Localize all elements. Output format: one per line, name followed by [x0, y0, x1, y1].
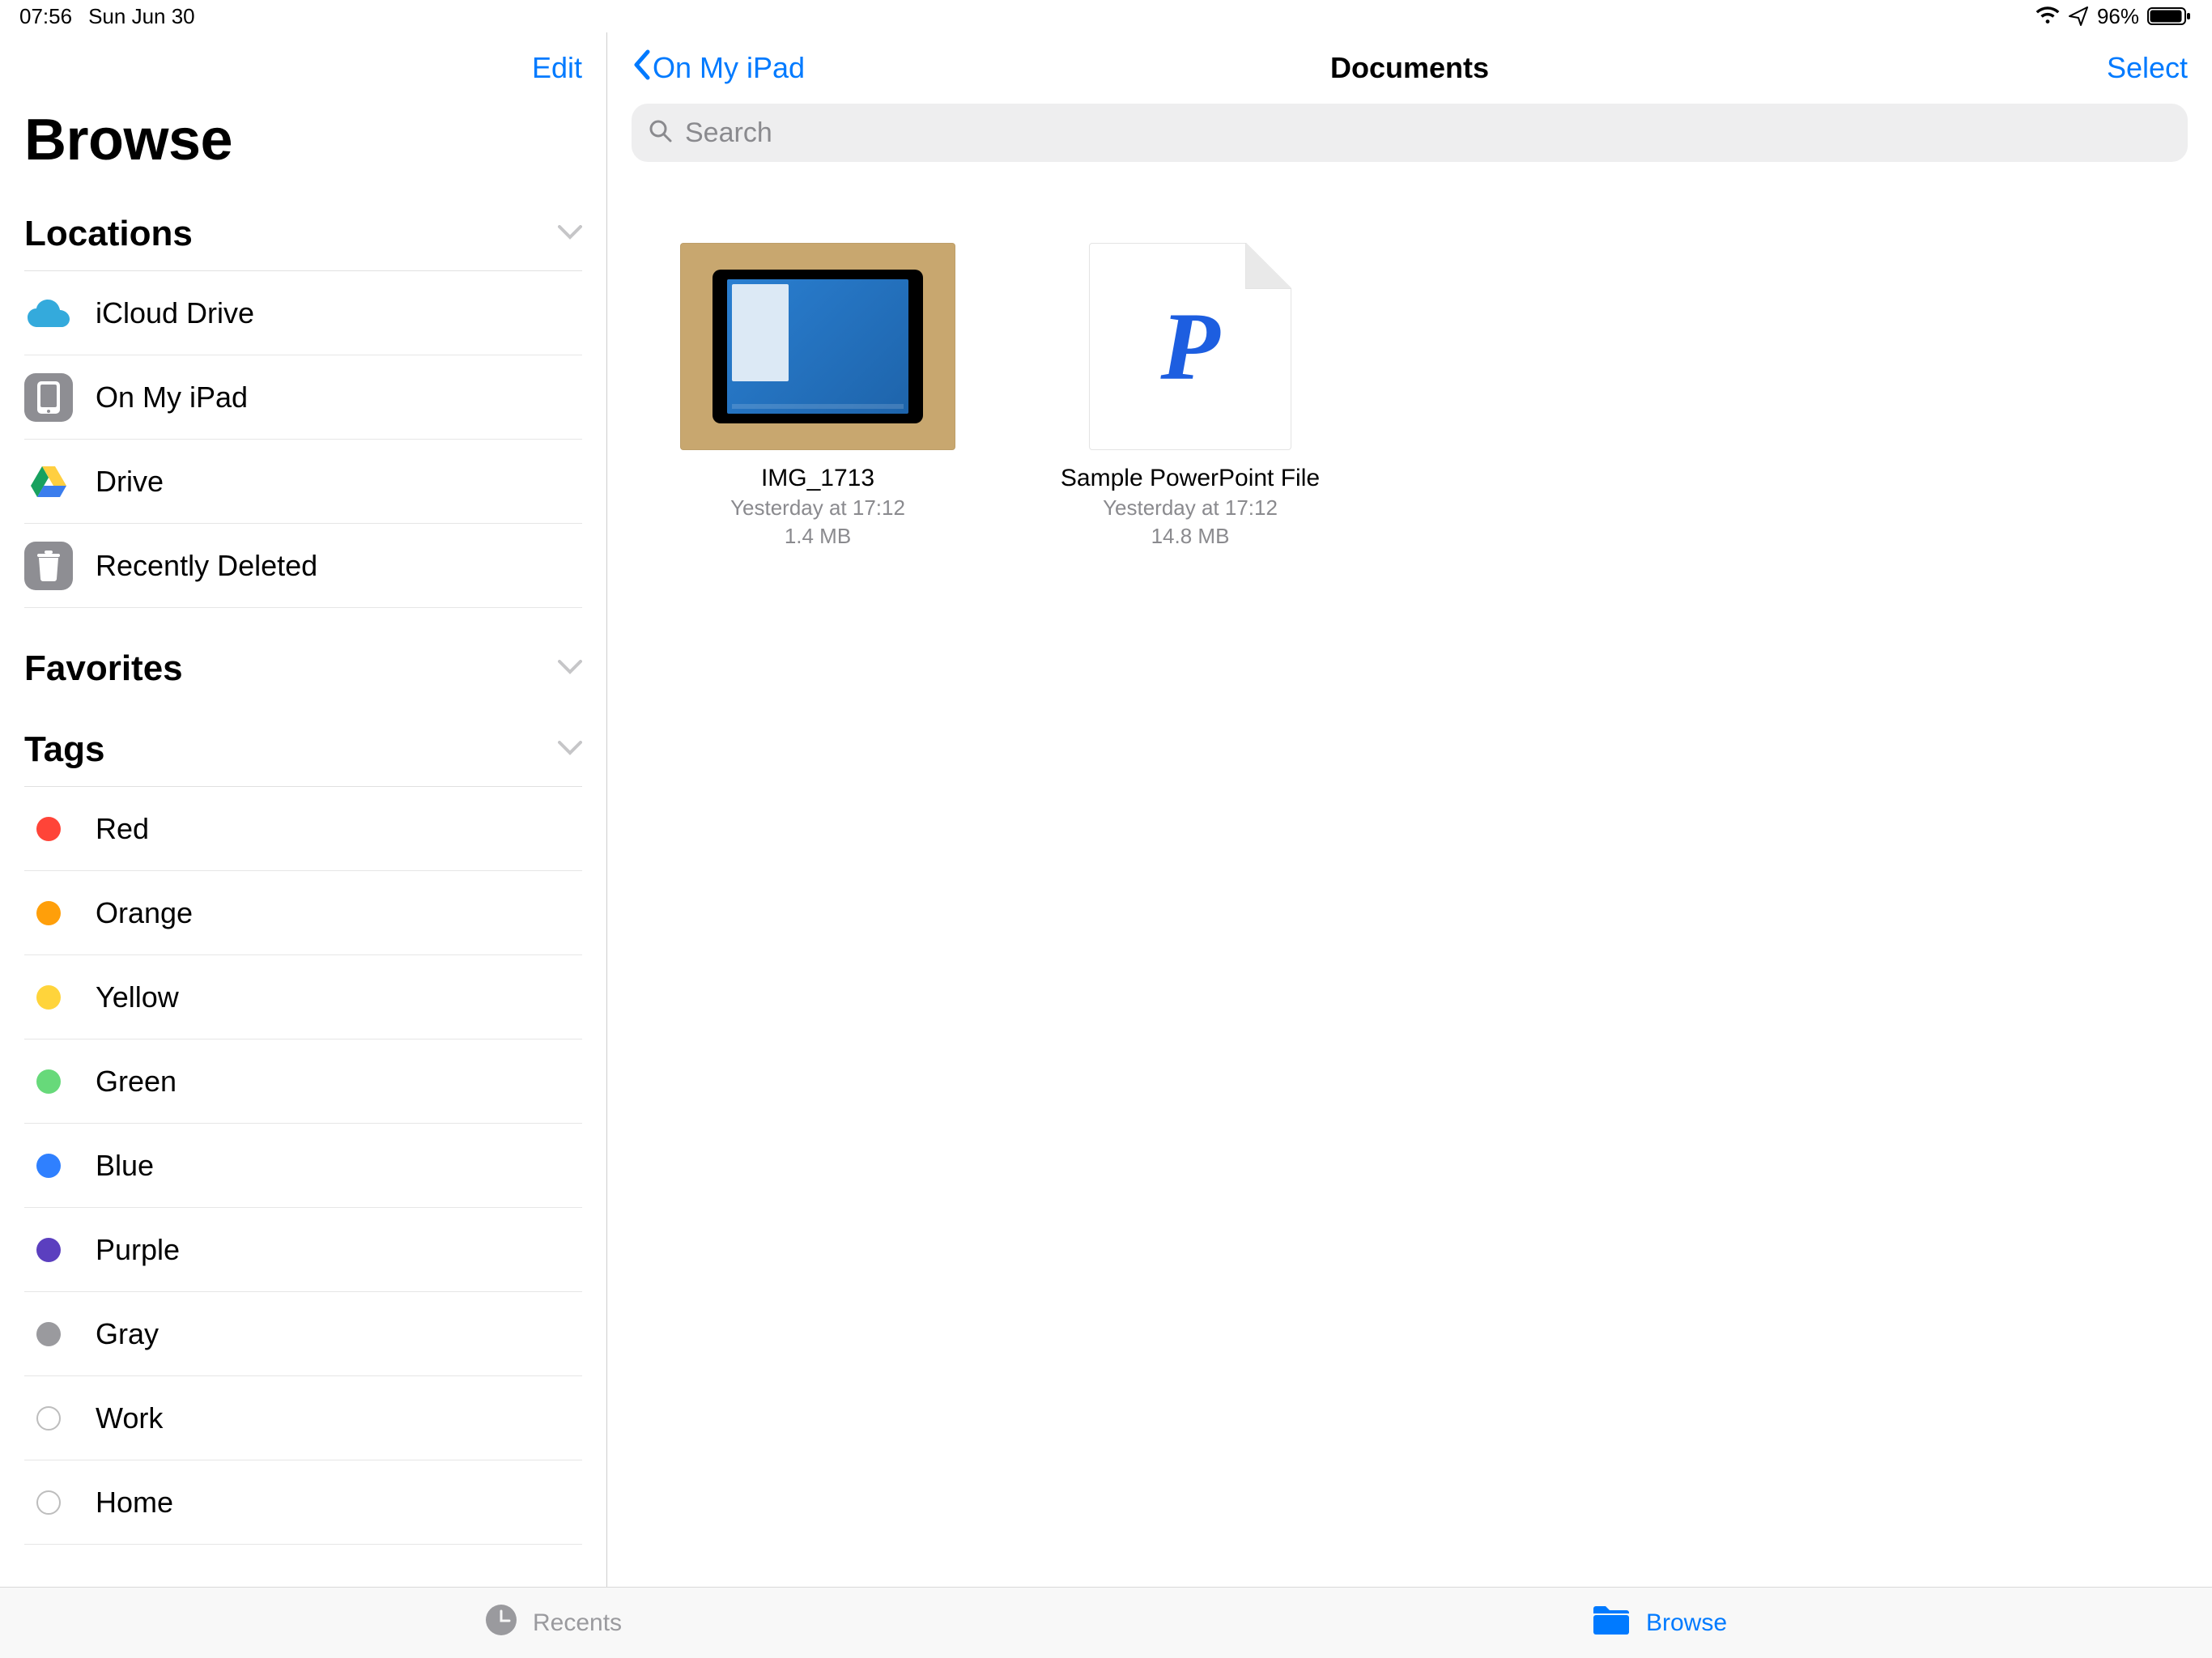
- file-date: Yesterday at 17:12: [730, 495, 905, 521]
- search-input[interactable]: [685, 117, 2172, 149]
- tag-purple[interactable]: Purple: [24, 1208, 582, 1292]
- location-label: Recently Deleted: [96, 549, 317, 583]
- locations-title: Locations: [24, 214, 193, 254]
- tag-label: Orange: [96, 896, 193, 930]
- location-google-drive[interactable]: Drive: [24, 440, 582, 524]
- tag-label: Yellow: [96, 980, 179, 1014]
- favorites-header[interactable]: Favorites: [24, 632, 582, 705]
- status-bar: 07:56 Sun Jun 30 96%: [0, 0, 2212, 32]
- search-icon: [648, 118, 674, 148]
- ipad-icon: [24, 373, 73, 422]
- documents-panel: On My iPad Documents Select IMG_1713: [607, 32, 2212, 1587]
- tag-green[interactable]: Green: [24, 1039, 582, 1124]
- favorites-title: Favorites: [24, 648, 183, 689]
- battery-icon: [2147, 6, 2193, 27]
- tag-label: Work: [96, 1401, 163, 1435]
- tag-dot-icon: [24, 1154, 73, 1178]
- tag-dot-icon: [24, 1406, 73, 1431]
- chevron-down-icon: [558, 741, 582, 759]
- location-icon: [2068, 6, 2089, 27]
- trash-icon: [24, 542, 73, 590]
- tag-dot-icon: [24, 817, 73, 841]
- tag-dot-icon: [24, 901, 73, 925]
- battery-pct: 96%: [2097, 4, 2139, 29]
- status-time: 07:56: [19, 4, 72, 29]
- tag-label: Blue: [96, 1149, 154, 1183]
- tag-home[interactable]: Home: [24, 1460, 582, 1545]
- tag-red[interactable]: Red: [24, 787, 582, 871]
- location-icloud-drive[interactable]: iCloud Drive: [24, 271, 582, 355]
- tag-blue[interactable]: Blue: [24, 1124, 582, 1208]
- icloud-icon: [24, 298, 73, 329]
- location-label: On My iPad: [96, 380, 248, 414]
- tag-yellow[interactable]: Yellow: [24, 955, 582, 1039]
- tag-dot-icon: [24, 1069, 73, 1094]
- select-button[interactable]: Select: [2107, 51, 2188, 85]
- tag-dot-icon: [24, 1322, 73, 1346]
- tag-dot-icon: [24, 985, 73, 1010]
- google-drive-icon: [24, 465, 73, 499]
- tag-gray[interactable]: Gray: [24, 1292, 582, 1376]
- location-recently-deleted[interactable]: Recently Deleted: [24, 524, 582, 608]
- tag-orange[interactable]: Orange: [24, 871, 582, 955]
- file-item[interactable]: IMG_1713 Yesterday at 17:12 1.4 MB: [680, 243, 955, 549]
- clock-icon: [484, 1603, 518, 1643]
- location-label: Drive: [96, 465, 164, 499]
- powerpoint-glyph: P: [1160, 298, 1219, 395]
- search-field[interactable]: [632, 104, 2188, 162]
- tag-label: Purple: [96, 1233, 180, 1267]
- back-label: On My iPad: [653, 51, 805, 85]
- location-on-my-ipad[interactable]: On My iPad: [24, 355, 582, 440]
- page-title: Documents: [1330, 51, 1489, 85]
- file-item[interactable]: P Sample PowerPoint File Yesterday at 17…: [1053, 243, 1328, 549]
- tag-work[interactable]: Work: [24, 1376, 582, 1460]
- file-size: 1.4 MB: [785, 524, 851, 549]
- status-date: Sun Jun 30: [88, 4, 195, 29]
- file-date: Yesterday at 17:12: [1103, 495, 1278, 521]
- tag-label: Red: [96, 812, 149, 846]
- file-name: Sample PowerPoint File: [1061, 465, 1320, 492]
- file-name: IMG_1713: [761, 465, 874, 492]
- wifi-icon: [2035, 6, 2060, 26]
- tab-recents[interactable]: Recents: [0, 1588, 1106, 1658]
- tag-dot-icon: [24, 1238, 73, 1262]
- tab-browse[interactable]: Browse: [1106, 1588, 2212, 1658]
- bottom-tab-bar: Recents Browse: [0, 1587, 2212, 1658]
- locations-header[interactable]: Locations: [24, 198, 582, 271]
- file-size: 14.8 MB: [1151, 524, 1230, 549]
- chevron-down-icon: [558, 660, 582, 678]
- folder-icon: [1591, 1604, 1631, 1643]
- tag-label: Gray: [96, 1317, 159, 1351]
- tag-label: Green: [96, 1065, 177, 1099]
- edit-button[interactable]: Edit: [532, 51, 582, 85]
- tags-header[interactable]: Tags: [24, 713, 582, 787]
- file-thumbnail: [680, 243, 955, 450]
- tab-label: Recents: [533, 1609, 622, 1637]
- back-button[interactable]: On My iPad: [632, 49, 805, 88]
- file-thumbnail: P: [1053, 243, 1328, 450]
- tags-title: Tags: [24, 729, 104, 770]
- chevron-down-icon: [558, 225, 582, 244]
- tag-dot-icon: [24, 1490, 73, 1515]
- browse-title: Browse: [24, 107, 582, 173]
- chevron-left-icon: [632, 49, 651, 88]
- tag-label: Home: [96, 1486, 173, 1520]
- browse-sidebar: Edit Browse Locations iCloud Drive On My…: [0, 32, 607, 1587]
- location-label: iCloud Drive: [96, 296, 254, 330]
- tab-label: Browse: [1646, 1609, 1727, 1637]
